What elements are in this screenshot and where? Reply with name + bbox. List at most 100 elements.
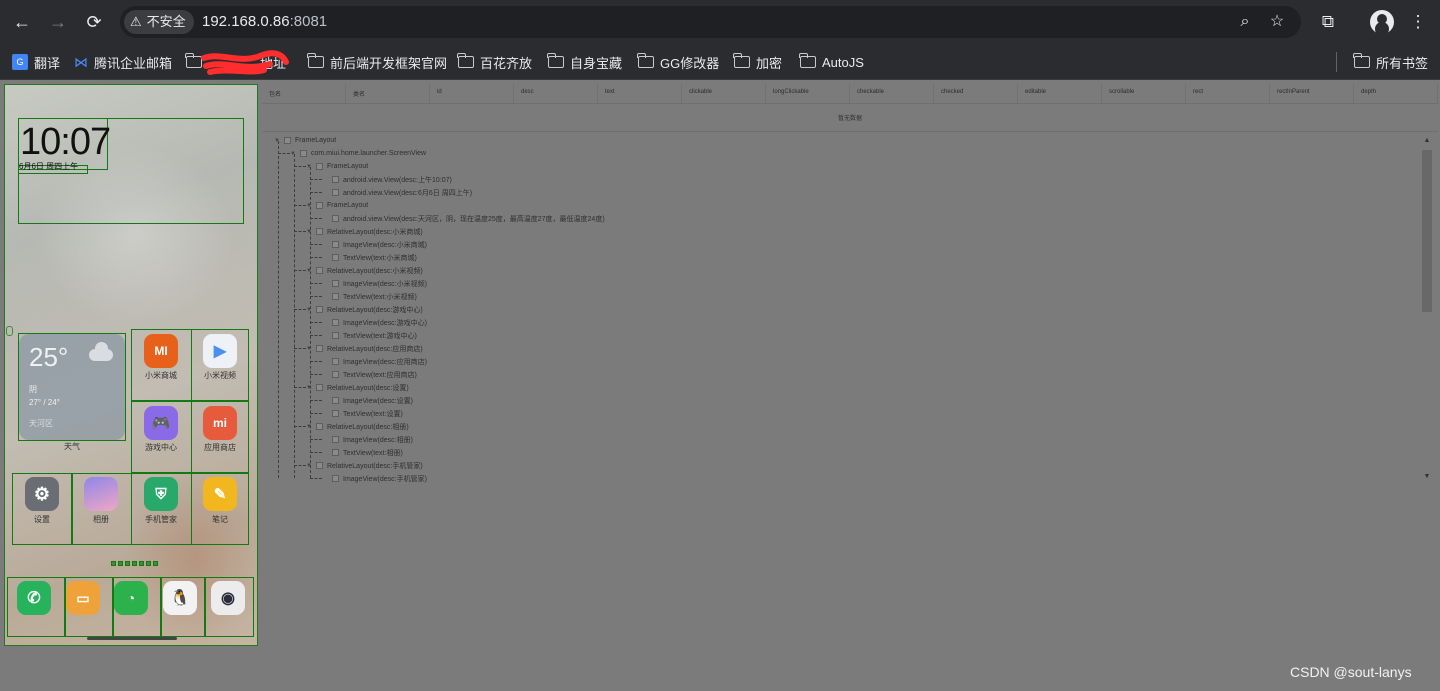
node-checkbox[interactable] [316, 345, 323, 352]
tree-node[interactable]: ▼ RelativeLayout(desc:小米视频) [306, 264, 423, 277]
reload-icon[interactable]: ⟳ [82, 10, 106, 34]
column-header[interactable]: id [430, 84, 514, 103]
app-store-icon[interactable]: mi [203, 406, 237, 440]
node-checkbox[interactable] [332, 358, 339, 365]
gallery-icon[interactable] [84, 477, 118, 511]
tree-node[interactable]: android.view.View(desc:上午10:07) [322, 173, 452, 186]
mi-store-icon[interactable]: MI [144, 334, 178, 368]
mi-video-icon[interactable]: ▶ [203, 334, 237, 368]
bookmark-folder-gg[interactable]: GG修改器 [637, 51, 719, 73]
camera-icon[interactable]: ◉ [211, 581, 245, 615]
column-header[interactable]: longClickable [766, 84, 850, 103]
expand-arrow-icon[interactable]: ▼ [306, 307, 312, 313]
column-header[interactable]: depth [1354, 84, 1438, 103]
notes-icon[interactable]: ✎ [203, 477, 237, 511]
expand-arrow-icon[interactable]: ▼ [274, 138, 280, 144]
tree-scrollbar[interactable]: ▲ ▼ [1420, 136, 1434, 482]
tree-node[interactable]: ImageView(desc:应用商店) [322, 355, 427, 368]
column-header[interactable]: 类名 [346, 84, 430, 103]
expand-arrow-icon[interactable]: ▼ [306, 229, 312, 235]
tree-node[interactable]: TextView(text:游戏中心) [322, 329, 417, 342]
tree-node[interactable]: ImageView(desc:相册) [322, 433, 413, 446]
qq-icon[interactable]: 🐧 [163, 581, 197, 615]
node-checkbox[interactable] [332, 332, 339, 339]
url-text[interactable]: 192.168.0.86:8081 [202, 6, 327, 38]
tree-node[interactable]: TextView(text:设置) [322, 407, 403, 420]
scroll-thumb[interactable] [1422, 150, 1432, 312]
scroll-up-icon[interactable]: ▲ [1422, 136, 1432, 146]
scroll-down-icon[interactable]: ▼ [1422, 472, 1432, 482]
security-shield-icon[interactable]: ⛨ [144, 477, 178, 511]
star-icon[interactable]: ☆ [1265, 10, 1289, 34]
node-checkbox[interactable] [332, 215, 339, 222]
phone-dialer-icon[interactable]: ✆ [17, 581, 51, 615]
bookmark-folder-autojs[interactable]: AutoJS [799, 51, 864, 73]
tree-node[interactable]: android.view.View(desc:6月6日 周四上午) [322, 186, 472, 199]
column-header[interactable]: 包名 [262, 84, 346, 103]
node-checkbox[interactable] [316, 267, 323, 274]
bookmark-folder-frameworks[interactable]: 前后端开发框架官网 [307, 51, 447, 73]
expand-arrow-icon[interactable]: ▼ [290, 151, 296, 157]
expand-arrow-icon[interactable]: ▼ [306, 203, 312, 209]
node-checkbox[interactable] [284, 137, 291, 144]
tree-node[interactable]: ▼ FrameLayout [306, 199, 368, 212]
tree-node[interactable]: TextView(text:小米商城) [322, 251, 417, 264]
node-checkbox[interactable] [316, 163, 323, 170]
tree-node[interactable]: ImageView(desc:手机管家) [322, 472, 427, 484]
extensions-icon[interactable]: ⧉ [1316, 10, 1340, 34]
column-header[interactable]: editable [1018, 84, 1102, 103]
back-icon[interactable]: ← [10, 10, 34, 34]
expand-arrow-icon[interactable]: ▼ [306, 463, 312, 469]
tree-node[interactable]: ImageView(desc:小米商城) [322, 238, 427, 251]
node-checkbox[interactable] [332, 254, 339, 261]
bookmark-folder-encrypt[interactable]: 加密 [733, 51, 782, 73]
bookmark-tencent-mail[interactable]: ⋈ 腾讯企业邮箱 [74, 51, 172, 73]
expand-arrow-icon[interactable]: ▼ [306, 385, 312, 391]
drag-handle-icon[interactable] [6, 326, 13, 336]
tree-node[interactable]: TextView(text:应用商店) [322, 368, 417, 381]
node-checkbox[interactable] [332, 319, 339, 326]
node-checkbox[interactable] [316, 202, 323, 209]
settings-icon[interactable]: ⚙ [25, 477, 59, 511]
node-checkbox[interactable] [332, 241, 339, 248]
node-checkbox[interactable] [332, 449, 339, 456]
tree-node[interactable]: ImageView(desc:设置) [322, 394, 413, 407]
security-chip[interactable]: ⚠ 不安全 [124, 10, 194, 34]
node-checkbox[interactable] [316, 228, 323, 235]
expand-arrow-icon[interactable]: ▼ [306, 346, 312, 352]
tree-node[interactable]: ▼ RelativeLayout(desc:游戏中心) [306, 303, 423, 316]
node-checkbox[interactable] [316, 306, 323, 313]
tree-node[interactable]: ▼ RelativeLayout(desc:手机管家) [306, 459, 423, 472]
tree-node[interactable]: ▼ FrameLayout [306, 160, 368, 173]
address-bar[interactable]: ⚠ 不安全 192.168.0.86:8081 ⌕ ☆ [120, 6, 1301, 38]
node-checkbox[interactable] [332, 293, 339, 300]
tree-node[interactable]: ▼ RelativeLayout(desc:设置) [306, 381, 409, 394]
column-header[interactable]: checkable [850, 84, 934, 103]
messages-icon[interactable]: ▭ [66, 581, 100, 615]
tree-node[interactable]: ▼ RelativeLayout(desc:应用商店) [306, 342, 423, 355]
bookmark-translate[interactable]: G 翻译 [12, 51, 60, 73]
node-checkbox[interactable] [332, 397, 339, 404]
node-checkbox[interactable] [316, 462, 323, 469]
column-header[interactable]: desc [514, 84, 598, 103]
node-checkbox[interactable] [300, 150, 307, 157]
profile-avatar-icon[interactable] [1370, 10, 1394, 34]
tree-node[interactable]: TextView(text:相册) [322, 446, 403, 459]
tree-node[interactable]: TextView(text:小米视频) [322, 290, 417, 303]
expand-arrow-icon[interactable]: ▼ [306, 164, 312, 170]
node-checkbox[interactable] [332, 280, 339, 287]
column-header[interactable]: rect [1186, 84, 1270, 103]
expand-arrow-icon[interactable]: ▼ [306, 424, 312, 430]
column-header[interactable]: scrollable [1102, 84, 1186, 103]
game-center-icon[interactable]: 🎮 [144, 406, 178, 440]
forward-icon[interactable]: → [46, 10, 70, 34]
tree-node[interactable]: ▼ RelativeLayout(desc:小米商城) [306, 225, 423, 238]
tree-node[interactable]: ImageView(desc:小米视频) [322, 277, 427, 290]
node-checkbox[interactable] [332, 410, 339, 417]
node-box[interactable] [18, 333, 126, 441]
node-checkbox[interactable] [316, 423, 323, 430]
node-checkbox[interactable] [316, 384, 323, 391]
zoom-icon[interactable]: ⌕ [1233, 10, 1257, 34]
column-header[interactable]: rectInParent [1270, 84, 1354, 103]
node-checkbox[interactable] [332, 371, 339, 378]
